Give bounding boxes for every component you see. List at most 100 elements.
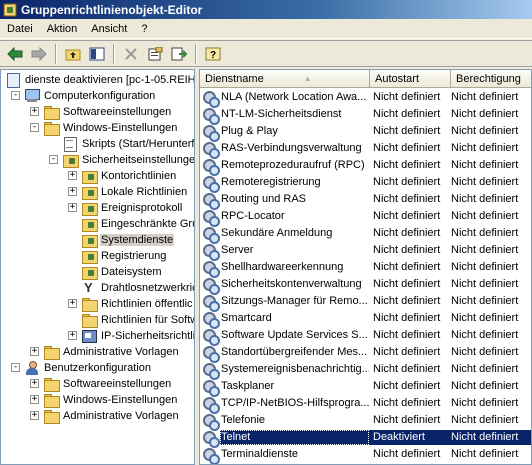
- tree-expander-expand[interactable]: +: [68, 203, 77, 212]
- service-row[interactable]: Standortübergreifender Mes... Nicht defin…: [200, 344, 531, 363]
- menu-aktion[interactable]: Aktion: [40, 23, 85, 35]
- tree-item[interactable]: Sicherheitseinstellungen: [62, 152, 194, 168]
- service-name-cell: Sicherheitskontenverwaltung: [221, 278, 362, 290]
- service-row[interactable]: RAS-Verbindungsverwaltung Nicht definiert…: [200, 140, 531, 159]
- service-row[interactable]: Terminaldienste Nicht definiert Nicht defi…: [200, 446, 531, 464]
- delete-icon[interactable]: [119, 43, 143, 65]
- tree-expander-expand[interactable]: +: [68, 187, 77, 196]
- column-berechtigung[interactable]: Berechtigung: [451, 70, 531, 88]
- tree-item[interactable]: Windows-Einstellungen: [43, 120, 178, 136]
- service-row[interactable]: Plug & Play Nicht definiert Nicht definier…: [200, 123, 531, 142]
- tree-item-label: Windows-Einstellungen: [63, 394, 178, 406]
- service-row[interactable]: Remoteregistrierung Nicht definiert Nicht …: [200, 174, 531, 193]
- back-arrow-icon[interactable]: [3, 43, 27, 65]
- policy-folder-icon: [81, 201, 98, 216]
- tree-item[interactable]: Richtlinien für Softw: [81, 312, 194, 328]
- service-row[interactable]: TCP/IP-NetBIOS-Hilfsprogra... Nicht defin…: [200, 395, 531, 414]
- service-gear-icon: [202, 311, 220, 329]
- service-start-cell: Nicht definiert: [373, 414, 441, 426]
- service-row[interactable]: Telefonie Nicht definiert Nicht definiert: [200, 412, 531, 431]
- export-list-icon[interactable]: [167, 43, 191, 65]
- tree-expander-collapse[interactable]: -: [11, 363, 20, 372]
- tree-item[interactable]: Registrierung: [81, 248, 167, 264]
- services-list[interactable]: Dienstname ▲ Autostart Berechtigung NLA …: [199, 69, 532, 465]
- tree-item[interactable]: Benutzerkonfiguration: [24, 360, 152, 376]
- service-start-cell: Nicht definiert: [373, 261, 441, 273]
- tree-expander-expand[interactable]: +: [68, 171, 77, 180]
- tree-expander-expand[interactable]: +: [30, 347, 39, 356]
- forward-arrow-icon[interactable]: [27, 43, 51, 65]
- tree-item[interactable]: dienste deaktivieren [pc-1-05.REIH: [5, 72, 194, 88]
- tree-item[interactable]: Drahtlosnetzwerkric: [81, 280, 194, 296]
- service-row[interactable]: Sitzungs-Manager für Remo... Nicht defini…: [200, 293, 531, 312]
- service-name-cell: Routing und RAS: [221, 193, 306, 205]
- tree-item[interactable]: Skripts (Start/Herunterfah: [62, 136, 194, 152]
- tree-item[interactable]: Softwareeinstellungen: [43, 104, 172, 120]
- tree-item[interactable]: Systemdienste: [81, 232, 175, 248]
- service-row[interactable]: Routing und RAS Nicht definiert Nicht defi…: [200, 191, 531, 210]
- tree-item[interactable]: Ereignisprotokoll: [81, 200, 183, 216]
- tree-expander-expand[interactable]: +: [30, 379, 39, 388]
- service-row[interactable]: Sekundäre Anmeldung Nicht definiert Nicht …: [200, 225, 531, 244]
- tree-expander-expand[interactable]: +: [68, 331, 77, 340]
- service-row[interactable]: NLA (Network Location Awa... Nicht defini…: [200, 89, 531, 108]
- service-row[interactable]: Sicherheitskontenverwaltung Nicht definie…: [200, 276, 531, 295]
- service-row[interactable]: Telnet Deaktiviert Nicht definiert: [200, 429, 531, 448]
- tree-expander-collapse[interactable]: -: [49, 155, 58, 164]
- properties-icon[interactable]: [143, 43, 167, 65]
- help-icon[interactable]: ?: [201, 43, 225, 65]
- service-start-cell: Nicht definiert: [373, 142, 441, 154]
- service-name-cell: Sekundäre Anmeldung: [221, 227, 333, 239]
- menu-ansicht[interactable]: Ansicht: [84, 23, 134, 35]
- service-start-cell: Nicht definiert: [373, 295, 441, 307]
- service-perm-cell: Nicht definiert: [451, 448, 519, 460]
- service-gear-icon: [202, 396, 220, 414]
- service-row[interactable]: Shellhardwareerkennung Nicht definiert Nic…: [200, 259, 531, 278]
- tree-item[interactable]: Softwareeinstellungen: [43, 376, 172, 392]
- tree-expander-expand[interactable]: +: [30, 107, 39, 116]
- service-row[interactable]: Software Update Services S... Nicht defin…: [200, 327, 531, 346]
- script-icon: [62, 137, 78, 152]
- tree-item[interactable]: Richtlinien öffentlic: [81, 296, 194, 312]
- service-row[interactable]: Smartcard Nicht definiert Nicht definiert: [200, 310, 531, 329]
- tree-expander-collapse[interactable]: -: [11, 91, 20, 100]
- service-gear-icon: [202, 141, 220, 159]
- service-row[interactable]: Systemereignisbenachrichtig... Nicht defi…: [200, 361, 531, 380]
- service-gear-icon: [202, 379, 220, 397]
- tree-item[interactable]: Kontorichtlinien: [81, 168, 177, 184]
- tree-item[interactable]: Computerkonfiguration: [24, 88, 156, 104]
- up-folder-icon[interactable]: [61, 43, 85, 65]
- tree-expander-expand[interactable]: +: [30, 411, 39, 420]
- service-row[interactable]: RPC-Locator Nicht definiert Nicht definier…: [200, 208, 531, 227]
- console-tree[interactable]: dienste deaktivieren [pc-1-05.REIH - Compu…: [0, 69, 195, 465]
- ipsec-icon: [81, 329, 97, 343]
- service-gear-icon: [202, 328, 220, 346]
- tree-item[interactable]: Lokale Richtlinien: [81, 184, 188, 200]
- column-autostart[interactable]: Autostart: [370, 70, 451, 88]
- service-gear-icon: [202, 447, 220, 464]
- service-row[interactable]: Taskplaner Nicht definiert Nicht definiert: [200, 378, 531, 397]
- tree-item[interactable]: Dateisystem: [81, 264, 163, 280]
- tree-item[interactable]: IP-Sicherheitsrichtlin: [81, 328, 194, 344]
- service-perm-cell: Nicht definiert: [451, 312, 519, 324]
- tree-item[interactable]: Administrative Vorlagen: [43, 344, 180, 360]
- tree-item[interactable]: Windows-Einstellungen: [43, 392, 178, 408]
- service-row[interactable]: Server Nicht definiert Nicht definiert: [200, 242, 531, 261]
- column-dienstname[interactable]: Dienstname ▲: [200, 70, 370, 88]
- menu-help[interactable]: ?: [134, 23, 154, 35]
- service-start-cell: Nicht definiert: [373, 108, 441, 120]
- service-row[interactable]: Remoteprozeduraufruf (RPC) Nicht definier…: [200, 157, 531, 176]
- tree-expander-expand[interactable]: +: [30, 395, 39, 404]
- tree-item[interactable]: Administrative Vorlagen: [43, 408, 180, 424]
- show-hide-tree-icon[interactable]: [85, 43, 109, 65]
- service-name-cell: RPC-Locator: [221, 210, 285, 222]
- tree-item[interactable]: Eingeschränkte Grup: [81, 216, 194, 232]
- service-gear-icon: [202, 260, 220, 278]
- service-gear-icon: [202, 430, 220, 448]
- service-row[interactable]: NT-LM-Sicherheitsdienst Nicht definiert Ni…: [200, 106, 531, 125]
- tree-expander-expand[interactable]: +: [68, 299, 77, 308]
- menu-datei[interactable]: Datei: [0, 23, 40, 35]
- service-gear-icon: [202, 209, 220, 227]
- tree-expander-collapse[interactable]: -: [30, 123, 39, 132]
- service-name-cell: Software Update Services S...: [221, 329, 368, 341]
